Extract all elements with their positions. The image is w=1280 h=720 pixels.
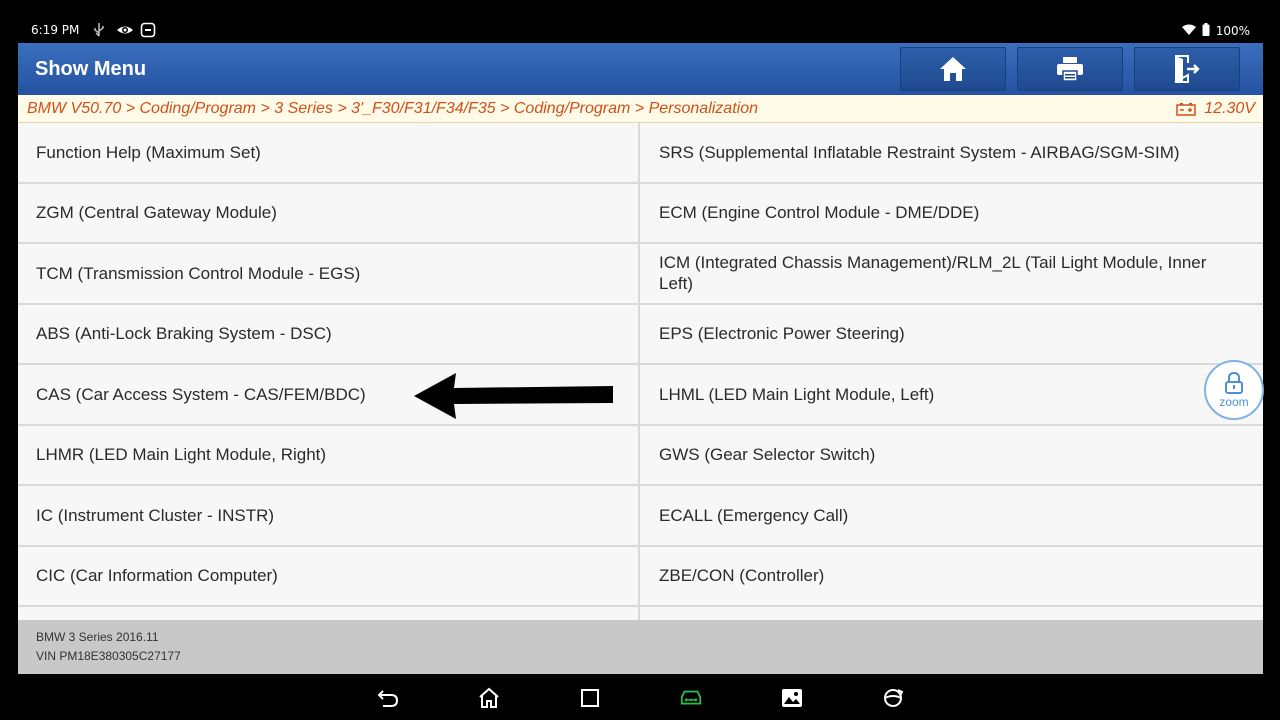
menu-item-cic[interactable]: CIC (Car Information Computer) xyxy=(18,546,638,605)
browser-icon xyxy=(884,689,904,707)
menu-item-ecall[interactable]: ECALL (Emergency Call) xyxy=(640,486,1263,545)
menu-item-function-help[interactable]: Function Help (Maximum Set) xyxy=(18,123,638,182)
vehicle-vin: VIN PM18E380305C27177 xyxy=(36,649,181,663)
wifi-icon xyxy=(1181,24,1196,39)
menu-item-ecm[interactable]: ECM (Engine Control Module - DME/DDE) xyxy=(640,183,1263,242)
pointer-arrow-annotation xyxy=(414,373,613,419)
menu-item-eps[interactable]: EPS (Electronic Power Steering) xyxy=(640,304,1263,363)
app-icon xyxy=(140,22,156,38)
page-title: Show Menu xyxy=(35,58,147,80)
menu-item-gws[interactable]: GWS (Gear Selector Switch) xyxy=(640,425,1263,484)
voltage-indicator: 12.30V xyxy=(1176,100,1255,118)
menu-item-partial-right[interactable] xyxy=(640,607,1263,620)
menu-item-tcm[interactable]: TCM (Transmission Control Module - EGS) xyxy=(18,244,638,303)
recents-icon xyxy=(581,689,599,707)
screenshot-button[interactable] xyxy=(780,686,804,710)
home-button[interactable] xyxy=(900,47,1006,91)
back-icon xyxy=(377,690,399,707)
exit-button[interactable] xyxy=(1134,47,1240,91)
home-nav-button[interactable] xyxy=(477,686,501,710)
menu-item-zgm[interactable]: ZGM (Central Gateway Module) xyxy=(18,183,638,242)
menu-item-zbe-con[interactable]: ZBE/CON (Controller) xyxy=(640,546,1263,605)
home-icon xyxy=(940,57,966,81)
breadcrumb-path: BMW V50.70 > Coding/Program > 3 Series >… xyxy=(27,100,758,117)
menu-item-lhml[interactable]: LHML (LED Main Light Module, Left) xyxy=(640,365,1263,424)
vehicle-info-footer: BMW 3 Series 2016.11 VIN PM18E380305C271… xyxy=(18,620,1263,674)
screen: 6:19 PM 100% Show Menu BMW V50.70 > Codi… xyxy=(0,0,1280,720)
recents-button[interactable] xyxy=(578,686,602,710)
status-icons xyxy=(92,22,156,38)
browser-button[interactable] xyxy=(881,686,905,710)
battery-icon xyxy=(1202,23,1210,39)
back-button[interactable] xyxy=(376,686,400,710)
menu-item-partial-left[interactable] xyxy=(18,607,638,620)
title-bar: Show Menu xyxy=(18,43,1263,95)
zoom-lock-button[interactable]: zoom xyxy=(1204,360,1264,420)
status-time: 6:19 PM xyxy=(31,23,80,37)
breadcrumb: BMW V50.70 > Coding/Program > 3 Series >… xyxy=(18,95,1263,123)
voltage-value: 12.30V xyxy=(1204,100,1255,117)
lock-icon xyxy=(1225,371,1243,394)
vehicle-model: BMW 3 Series 2016.11 xyxy=(36,630,159,644)
battery-voltage-icon xyxy=(1176,103,1197,116)
menu-item-icm[interactable]: ICM (Integrated Chassis Management)/RLM_… xyxy=(640,244,1263,303)
home-outline-icon xyxy=(479,687,499,708)
eye-icon xyxy=(116,22,133,38)
menu-item-ic[interactable]: IC (Instrument Cluster - INSTR) xyxy=(18,486,638,545)
status-bar: 6:19 PM 100% xyxy=(0,20,1280,42)
usb-icon xyxy=(92,22,108,38)
gallery-icon xyxy=(782,689,802,707)
exit-icon xyxy=(1174,55,1200,83)
menu-list: Function Help (Maximum Set) SRS (Supplem… xyxy=(18,123,1263,620)
zoom-label: zoom xyxy=(1219,394,1249,409)
printer-icon xyxy=(1057,57,1083,82)
android-nav-bar xyxy=(0,676,1280,720)
battery-percent: 100% xyxy=(1215,24,1250,38)
vci-button[interactable] xyxy=(679,686,703,710)
menu-item-lhmr[interactable]: LHMR (LED Main Light Module, Right) xyxy=(18,425,638,484)
vci-car-icon xyxy=(680,690,702,705)
print-button[interactable] xyxy=(1017,47,1123,91)
app-window: Show Menu BMW V50.70 > Coding/Program > … xyxy=(18,43,1263,674)
menu-item-abs[interactable]: ABS (Anti-Lock Braking System - DSC) xyxy=(18,304,638,363)
menu-item-srs[interactable]: SRS (Supplemental Inflatable Restraint S… xyxy=(640,123,1263,182)
